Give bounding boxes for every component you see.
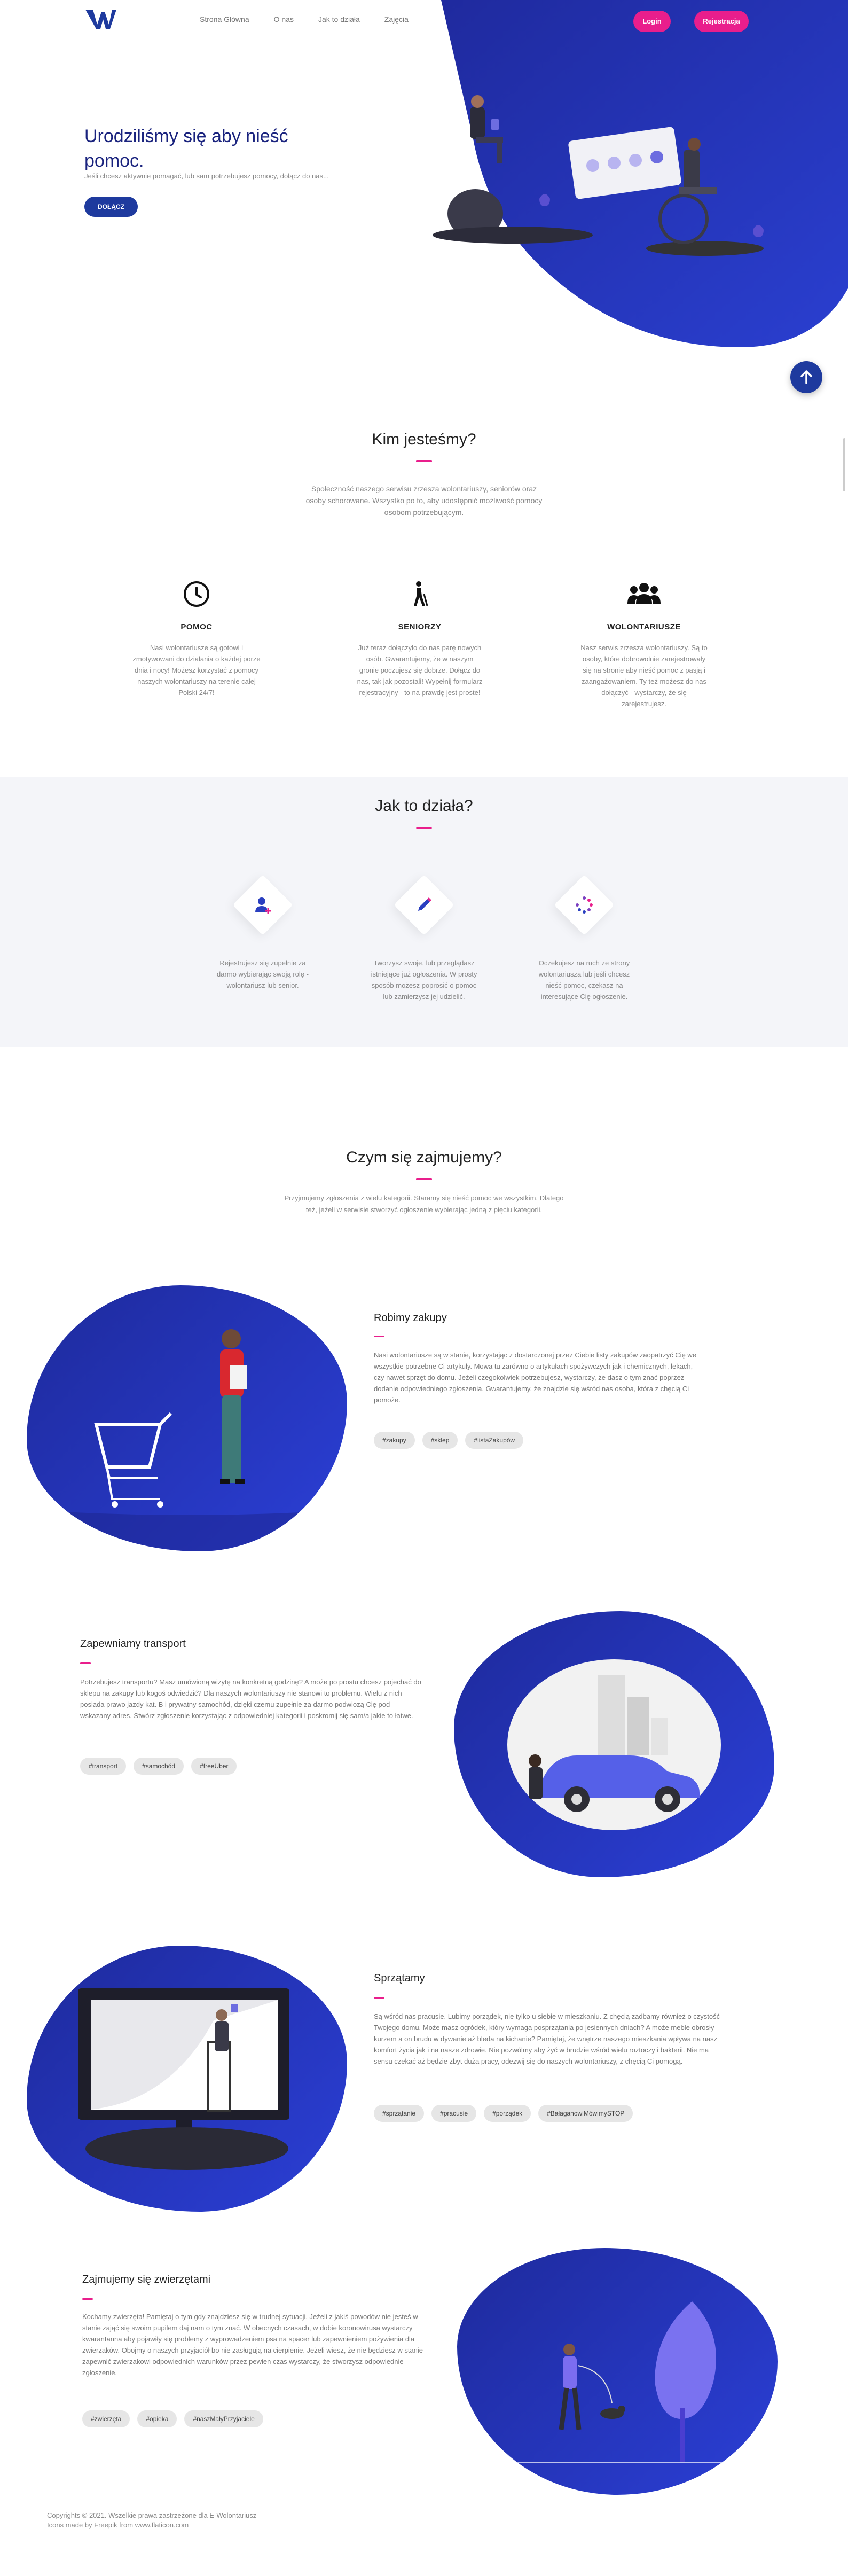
tag[interactable]: #sprzątanie bbox=[374, 2105, 425, 2122]
users-icon bbox=[627, 583, 661, 604]
card-title: Sprzątamy bbox=[374, 1972, 425, 1984]
icon-credit[interactable]: Icons made by Freepik from www.flaticon.… bbox=[47, 2520, 256, 2530]
tag[interactable]: #opieka bbox=[137, 2410, 177, 2427]
hero-text: Jeśli chcesz aktywnie pomagać, lub sam p… bbox=[84, 172, 329, 180]
how-title: Jak to działa? bbox=[375, 797, 473, 815]
hero-illustration bbox=[433, 95, 764, 256]
arrow-up-icon bbox=[800, 370, 812, 384]
how-underline bbox=[416, 827, 432, 829]
copyright: Copyrights © 2021. Wszelkie prawa zastrz… bbox=[47, 2511, 257, 2519]
card-text: Potrzebujesz transportu? Masz umówioną w… bbox=[80, 1678, 421, 1720]
footer: Copyrights © 2021. Wszelkie prawa zastrz… bbox=[47, 2511, 256, 2530]
card-title: Robimy zakupy bbox=[374, 1312, 447, 1324]
transport-illustration bbox=[454, 1611, 774, 1877]
card-underline bbox=[82, 2298, 93, 2300]
cleaning-illustration bbox=[27, 1946, 347, 2212]
card-text: Są wśród nas pracusie. Lubimy porządek, … bbox=[374, 2012, 720, 2065]
nav-activities[interactable]: Zajęcia bbox=[384, 15, 409, 24]
feature-title: WOLONTARIUSZE bbox=[607, 622, 681, 631]
pets-illustration bbox=[457, 2248, 778, 2495]
feature-help: POMOC Nasi wolontariusze są gotowi i zmo… bbox=[132, 580, 261, 698]
card-text: Nasi wolontariusze są w stanie, korzysta… bbox=[374, 1351, 697, 1404]
pencil-icon bbox=[418, 897, 431, 911]
tag[interactable]: #transport bbox=[80, 1758, 127, 1775]
feature-seniors: SENIORZY Już teraz dołączyło do nas parę… bbox=[356, 580, 484, 698]
step-desc: Rejestrujesz się zupełnie za darmo wybie… bbox=[217, 959, 309, 989]
about-text: Społeczność naszego serwisu zrzesza wolo… bbox=[305, 485, 543, 517]
feature-title: SENIORZY bbox=[398, 622, 442, 631]
card-text: Kochamy zwierzęta! Pamiętaj o tym gdy zn… bbox=[82, 2313, 423, 2377]
about-title: Kim jesteśmy? bbox=[372, 431, 476, 448]
tag[interactable]: #zakupy bbox=[374, 1432, 415, 1449]
tag-list: #zakupy #sklep #listaZakupów bbox=[374, 1432, 524, 1449]
nav-about[interactable]: O nas bbox=[274, 15, 294, 24]
card-underline bbox=[374, 1997, 384, 1999]
shopping-illustration bbox=[27, 1285, 347, 1551]
clock-icon bbox=[184, 581, 209, 607]
tag-list: #transport #samochód #freeUber bbox=[80, 1758, 237, 1775]
about-underline bbox=[416, 460, 432, 462]
register-button[interactable]: Rejestracja bbox=[694, 11, 749, 32]
feature-volunteers: WOLONTARIUSZE Nasz serwis zrzesza wolont… bbox=[580, 580, 708, 709]
tag[interactable]: #porządek bbox=[484, 2105, 531, 2122]
tag[interactable]: #pracusie bbox=[431, 2105, 477, 2122]
hero-title: Urodziliśmy się aby nieść pomoc. bbox=[84, 126, 288, 171]
feature-desc: Nasi wolontariusze są gotowi i zmotywowa… bbox=[132, 644, 261, 697]
step-desc: Tworzysz swoje, lub przeglądasz istnieją… bbox=[371, 959, 477, 1001]
card-title: Zajmujemy się zwierzętami bbox=[82, 2274, 211, 2285]
nav-how[interactable]: Jak to działa bbox=[318, 15, 360, 24]
what-title: Czym się zajmujemy? bbox=[346, 1149, 502, 1166]
tag[interactable]: #BałaganowiMówimySTOP bbox=[538, 2105, 633, 2122]
feature-desc: Już teraz dołączyło do nas parę nowych o… bbox=[357, 644, 483, 697]
tag[interactable]: #zwierzęta bbox=[82, 2410, 130, 2427]
tag[interactable]: #listaZakupów bbox=[465, 1432, 524, 1449]
tag[interactable]: #freeUber bbox=[191, 1758, 237, 1775]
login-button[interactable]: Login bbox=[633, 11, 671, 32]
feature-desc: Nasz serwis zrzesza wolontariuszy. Są to… bbox=[580, 644, 708, 708]
what-text: Przyjmujemy zgłoszenia z wielu kategorii… bbox=[284, 1194, 564, 1214]
tag[interactable]: #naszMałyPrzyjaciele bbox=[184, 2410, 263, 2427]
scrollbar[interactable] bbox=[843, 438, 845, 491]
scroll-top-button[interactable] bbox=[790, 361, 822, 393]
nav-home[interactable]: Strona Główna bbox=[200, 15, 249, 24]
logo[interactable] bbox=[85, 9, 116, 30]
tag[interactable]: #samochód bbox=[134, 1758, 184, 1775]
spinner-icon bbox=[576, 896, 593, 914]
what-underline bbox=[416, 1178, 432, 1180]
main-nav: Strona Główna O nas Jak to działa Zajęci… bbox=[200, 15, 409, 24]
user-icon bbox=[255, 897, 271, 914]
tag-list: #sprzątanie #pracusie #porządek #Bałagan… bbox=[374, 2105, 633, 2122]
feature-title: POMOC bbox=[180, 622, 213, 631]
tag[interactable]: #sklep bbox=[422, 1432, 458, 1449]
step-desc: Oczekujesz na ruch ze strony wolontarius… bbox=[538, 959, 630, 1001]
senior-icon bbox=[414, 581, 428, 606]
card-title: Zapewniamy transport bbox=[80, 1638, 186, 1650]
join-button[interactable]: DOŁĄCZ bbox=[84, 197, 138, 217]
card-underline bbox=[374, 1336, 384, 1337]
card-underline bbox=[80, 1662, 91, 1664]
tag-list: #zwierzęta #opieka #naszMałyPrzyjaciele bbox=[82, 2410, 263, 2427]
